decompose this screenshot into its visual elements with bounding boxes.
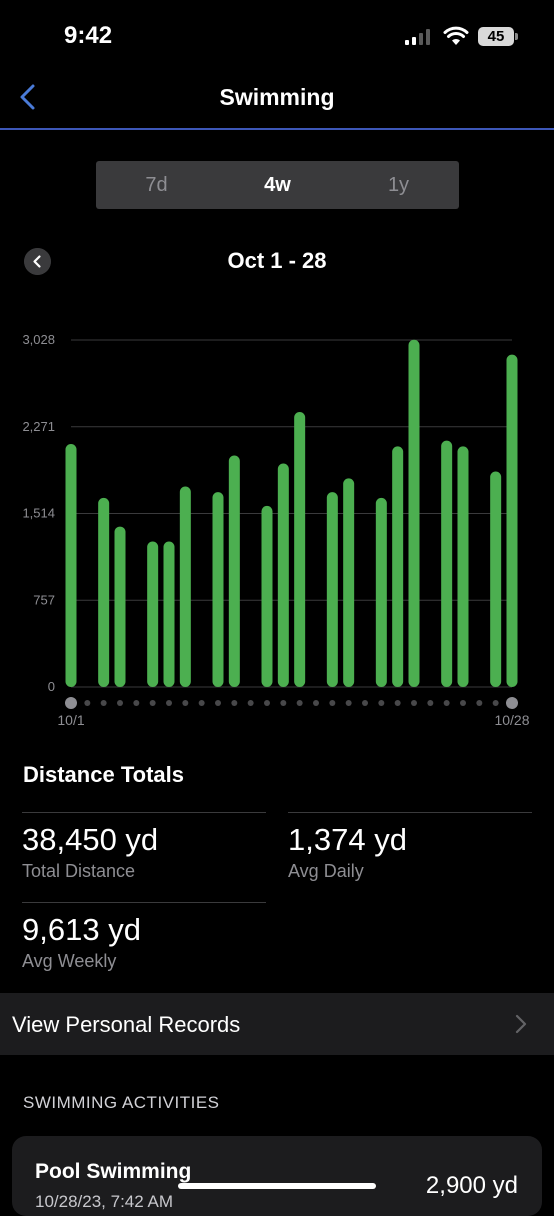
status-time: 9:42 [64, 22, 113, 49]
distance-bar-chart: 0 757 1,514 2,271 3,028 10/1 10/28 [22, 332, 529, 728]
y-tick-label: 757 [33, 592, 55, 607]
activities-header: SWIMMING ACTIVITIES [23, 1093, 220, 1112]
bar [98, 497, 110, 687]
bar [261, 505, 273, 687]
bar [277, 463, 289, 687]
x-axis-dot [378, 700, 385, 706]
bar [343, 478, 355, 687]
bar [375, 497, 387, 687]
x-start-label: 10/1 [57, 712, 84, 728]
y-tick-label: 1,514 [22, 506, 55, 521]
x-axis-dot [84, 700, 91, 706]
wifi-icon [443, 26, 469, 45]
x-axis-dot [149, 700, 156, 706]
stat-divider [22, 812, 266, 813]
x-axis-dot [411, 700, 417, 706]
chevron-right-icon [515, 1014, 527, 1034]
x-axis-dot [100, 700, 107, 706]
x-axis-dot [117, 700, 123, 706]
x-axis-dot [345, 700, 352, 706]
x-axis-dot [329, 700, 336, 706]
avg-weekly-stat: 9,613 yd Avg Weekly [22, 902, 266, 977]
cellular-signal-icon [405, 29, 435, 45]
bar [179, 486, 191, 687]
total-distance-label: Total Distance [22, 861, 136, 881]
period-title: Oct 1 - 28 [227, 248, 327, 273]
activity-name: Pool Swimming [35, 1160, 192, 1183]
x-axis-dot [166, 700, 172, 706]
x-axis-dot [443, 700, 450, 706]
x-axis-dot [264, 700, 270, 706]
bar [65, 444, 77, 687]
bar [326, 492, 338, 687]
x-axis-dot [231, 700, 238, 706]
page-title: Swimming [219, 84, 335, 110]
x-axis-dot [427, 700, 434, 706]
bar [457, 446, 469, 687]
x-axis-dot [215, 700, 221, 706]
activity-card[interactable]: Pool Swimming 10/28/23, 7:42 AM 2,900 yd [12, 1136, 542, 1216]
bar [506, 354, 518, 687]
y-tick-label: 2,271 [22, 419, 55, 434]
avg-daily-value: 1,374 yd [288, 822, 407, 857]
total-distance-stat: 38,450 yd Total Distance [22, 812, 266, 887]
segment-7d[interactable]: 7d [96, 161, 217, 209]
bar [228, 455, 240, 687]
y-tick-label: 3,028 [22, 332, 55, 347]
avg-weekly-value: 9,613 yd [22, 912, 141, 947]
bar [163, 541, 175, 687]
x-axis-endpoint-dot [65, 697, 77, 709]
distance-totals-title: Distance Totals [23, 762, 184, 787]
bar [392, 446, 404, 687]
battery-tip [515, 33, 518, 40]
battery-icon: 45 [478, 27, 514, 46]
y-tick-label: 0 [48, 679, 55, 694]
bar [294, 411, 306, 687]
activity-date: 10/28/23, 7:42 AM [35, 1192, 173, 1211]
home-indicator [178, 1183, 376, 1189]
bar [441, 440, 453, 687]
x-axis-dot [394, 700, 401, 706]
records-label: View Personal Records [12, 1012, 241, 1037]
bar [114, 526, 126, 687]
activity-distance: 2,900 yd [425, 1172, 518, 1199]
x-axis-dot [247, 700, 254, 706]
stat-divider [22, 902, 266, 903]
x-axis-dot [476, 700, 483, 706]
bar [408, 339, 420, 687]
x-axis-dot [313, 700, 319, 706]
x-axis-dot [362, 700, 368, 706]
bar [212, 492, 224, 687]
avg-weekly-label: Avg Weekly [22, 951, 117, 971]
x-end-label: 10/28 [494, 712, 529, 728]
x-axis-dot [133, 700, 140, 706]
x-axis-dot [198, 700, 205, 706]
segment-4w[interactable]: 4w [217, 161, 338, 209]
bar [490, 471, 502, 687]
stat-divider [288, 812, 532, 813]
time-range-selector[interactable]: 7d 4w 1y [96, 161, 459, 209]
segment-1y[interactable]: 1y [338, 161, 459, 209]
x-axis-dot [280, 700, 287, 706]
x-axis-dot [460, 700, 466, 706]
avg-daily-stat: 1,374 yd Avg Daily [288, 812, 532, 887]
avg-daily-label: Avg Daily [288, 861, 364, 881]
view-personal-records-row[interactable]: View Personal Records [0, 993, 554, 1055]
x-axis-endpoint-dot [506, 697, 518, 709]
total-distance-value: 38,450 yd [22, 822, 159, 857]
x-axis-dot [296, 700, 303, 706]
nav-divider [0, 128, 554, 130]
x-axis-dot [492, 700, 499, 706]
x-axis-dot [182, 700, 189, 706]
bar [147, 541, 159, 687]
